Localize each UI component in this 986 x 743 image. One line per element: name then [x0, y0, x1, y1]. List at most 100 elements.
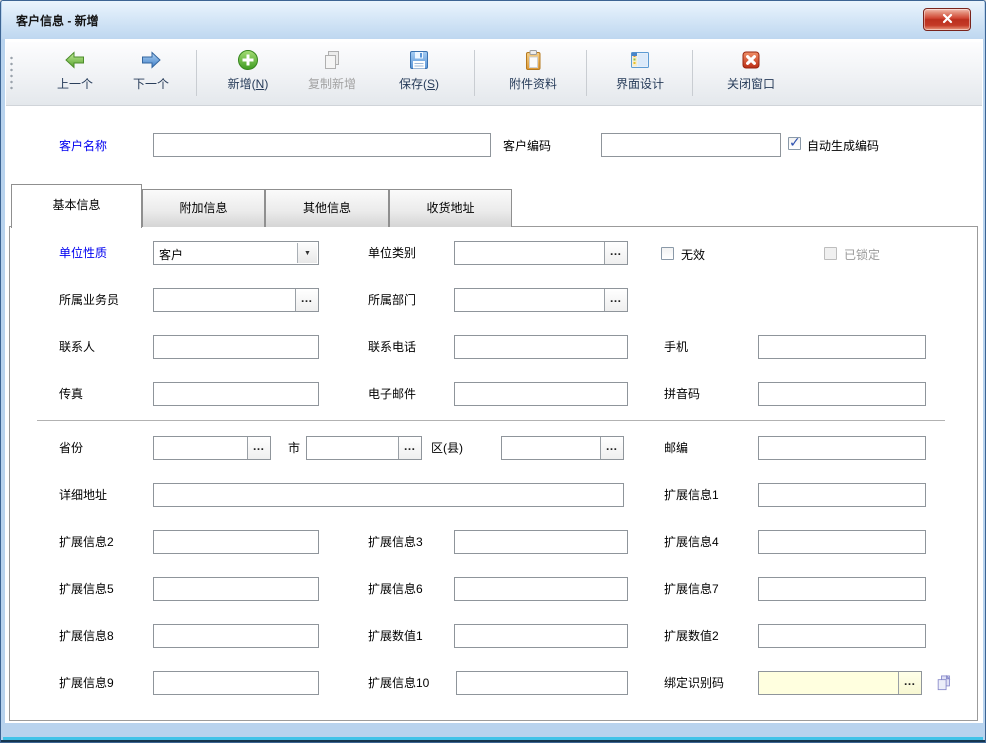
fax-field[interactable] — [153, 382, 319, 406]
attachments-button[interactable]: 附件资料 — [484, 47, 582, 101]
tab-shipping-label: 收货地址 — [426, 201, 474, 215]
invalid-label: 无效 — [681, 248, 705, 262]
zipcode-input[interactable] — [759, 437, 925, 459]
tab-other-info[interactable]: 其他信息 — [265, 189, 389, 227]
add-circle-icon — [236, 48, 260, 72]
mobile-field[interactable] — [758, 335, 926, 359]
ext5-input[interactable] — [154, 578, 318, 600]
ext7-field[interactable] — [758, 577, 926, 601]
customer-name-input[interactable] — [154, 134, 490, 156]
salesman-field[interactable]: … — [153, 288, 319, 312]
pinyin-input[interactable] — [759, 383, 925, 405]
ext5-label: 扩展信息5 — [59, 582, 114, 596]
province-field[interactable]: … — [153, 436, 271, 460]
auto-code-checkbox[interactable]: ✓ — [788, 137, 801, 150]
prev-button[interactable]: 上一个 — [42, 47, 108, 101]
ext1-input[interactable] — [759, 484, 925, 506]
address-input[interactable] — [154, 484, 623, 506]
customer-code-input[interactable] — [602, 134, 780, 156]
clipboard-icon — [521, 48, 545, 72]
tab-other-label: 其他信息 — [303, 201, 351, 215]
department-field[interactable]: … — [454, 288, 628, 312]
close-window-button[interactable]: 关闭窗口 — [704, 47, 798, 101]
address-field[interactable] — [153, 483, 624, 507]
ext7-input[interactable] — [759, 578, 925, 600]
unit-category-field[interactable]: … — [454, 241, 628, 265]
extnum1-field[interactable] — [454, 624, 628, 648]
pinyin-field[interactable] — [758, 382, 926, 406]
next-button[interactable]: 下一个 — [116, 47, 186, 101]
ext6-input[interactable] — [455, 578, 627, 600]
check-icon: ✓ — [789, 134, 801, 151]
copy-binding-code-icon[interactable] — [934, 673, 954, 693]
ext9-input[interactable] — [154, 672, 318, 694]
contact-input[interactable] — [154, 336, 318, 358]
toolbar-separator — [474, 50, 475, 96]
salesman-input[interactable] — [154, 289, 318, 311]
toolbar-grip-handle[interactable] — [9, 55, 14, 91]
customer-name-label: 客户名称 — [59, 139, 107, 153]
extnum2-input[interactable] — [759, 625, 925, 647]
phone-field[interactable] — [454, 335, 628, 359]
ext2-field[interactable] — [153, 530, 319, 554]
customer-name-field[interactable] — [153, 133, 491, 157]
ext3-field[interactable] — [454, 530, 628, 554]
ellipsis-button[interactable]: … — [295, 289, 318, 311]
ext6-field[interactable] — [454, 577, 628, 601]
binding-code-field[interactable]: … — [758, 671, 922, 695]
email-field[interactable] — [454, 382, 628, 406]
unit-category-input[interactable] — [455, 242, 627, 264]
ext8-label: 扩展信息8 — [59, 629, 114, 643]
department-label: 所属部门 — [368, 293, 416, 307]
chevron-down-icon[interactable]: ▼ — [297, 243, 317, 263]
unit-type-value: 客户 — [159, 246, 183, 263]
extnum1-input[interactable] — [455, 625, 627, 647]
ext4-input[interactable] — [759, 531, 925, 553]
ext2-input[interactable] — [154, 531, 318, 553]
ext8-field[interactable] — [153, 624, 319, 648]
ellipsis-button[interactable]: … — [898, 672, 921, 694]
close-window-label: 关闭窗口 — [704, 75, 798, 92]
ext3-input[interactable] — [455, 531, 627, 553]
tab-shipping-address[interactable]: 收货地址 — [389, 189, 512, 227]
phone-input[interactable] — [455, 336, 627, 358]
zipcode-field[interactable] — [758, 436, 926, 460]
new-button[interactable]: 新增(N) — [206, 47, 290, 101]
ext8-input[interactable] — [154, 625, 318, 647]
ext5-field[interactable] — [153, 577, 319, 601]
next-label: 下一个 — [116, 75, 186, 92]
ellipsis-button[interactable]: … — [604, 289, 627, 311]
department-input[interactable] — [455, 289, 627, 311]
tab-basic-label: 基本信息 — [52, 198, 100, 212]
tab-basic-info[interactable]: 基本信息 — [11, 184, 142, 228]
city-field[interactable]: … — [306, 436, 422, 460]
ellipsis-button[interactable]: … — [604, 242, 627, 264]
unit-type-combobox[interactable]: 客户 ▼ — [153, 241, 319, 265]
phone-label: 联系电话 — [368, 340, 416, 354]
save-button[interactable]: 保存(S) — [378, 47, 460, 101]
locked-checkbox — [824, 247, 837, 260]
customer-code-field[interactable] — [601, 133, 781, 157]
ui-design-button[interactable]: 界面设计 — [596, 47, 684, 101]
ext10-field[interactable] — [456, 671, 628, 695]
contact-field[interactable] — [153, 335, 319, 359]
invalid-checkbox[interactable] — [661, 247, 674, 260]
tab-extra-info[interactable]: 附加信息 — [142, 189, 265, 227]
extnum2-field[interactable] — [758, 624, 926, 648]
ellipsis-button[interactable]: … — [247, 437, 270, 459]
email-input[interactable] — [455, 383, 627, 405]
ext10-input[interactable] — [457, 672, 627, 694]
ext1-label: 扩展信息1 — [664, 488, 719, 502]
ext4-field[interactable] — [758, 530, 926, 554]
titlebar-close-button[interactable] — [923, 8, 971, 31]
fax-input[interactable] — [154, 383, 318, 405]
copy-new-button: 复制新增 — [294, 47, 370, 101]
ellipsis-button[interactable]: … — [398, 437, 421, 459]
ext1-field[interactable] — [758, 483, 926, 507]
binding-code-input[interactable] — [759, 672, 921, 694]
district-field[interactable]: … — [501, 436, 624, 460]
copy-pages-icon — [320, 48, 344, 72]
ellipsis-button[interactable]: … — [600, 437, 623, 459]
mobile-input[interactable] — [759, 336, 925, 358]
ext9-field[interactable] — [153, 671, 319, 695]
